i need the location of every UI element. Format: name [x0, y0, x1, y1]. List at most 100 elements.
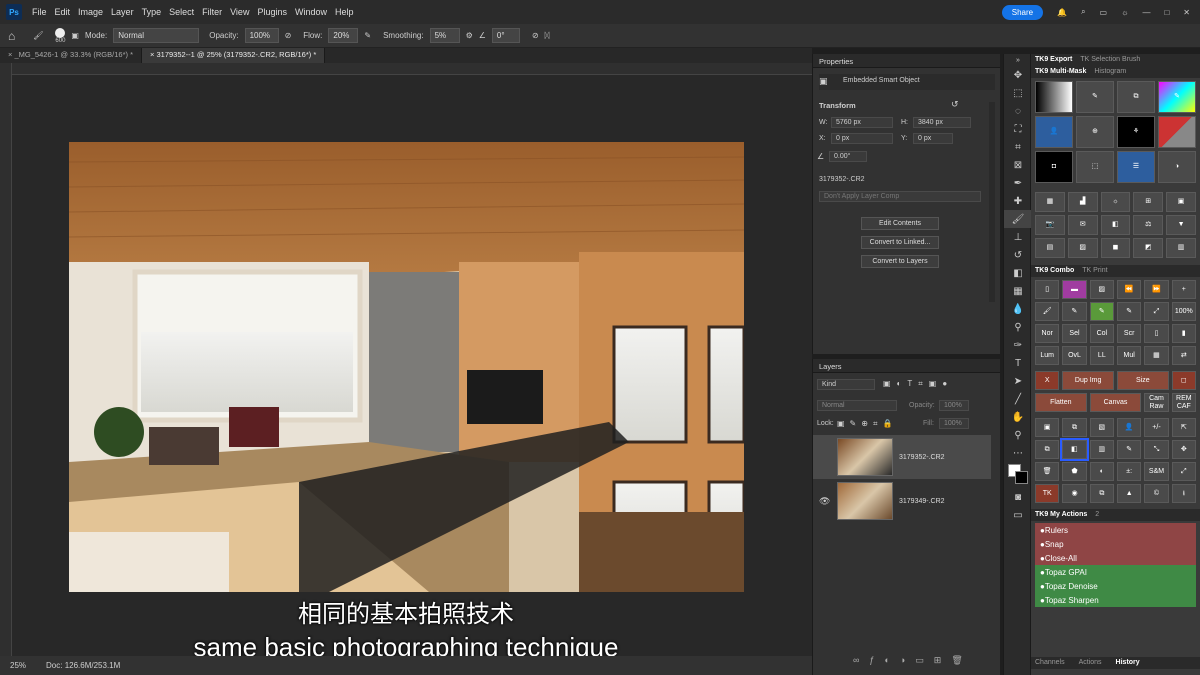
angle-field[interactable]: 0.00° — [829, 151, 867, 162]
eye-icon[interactable]: 👁 — [819, 496, 830, 507]
width-field[interactable]: 5760 px — [831, 117, 893, 128]
action-close-all[interactable]: ●Close-All — [1035, 551, 1196, 565]
menu-window[interactable]: Window — [291, 7, 331, 17]
list-icon[interactable]: ☰ — [1117, 151, 1155, 183]
home-icon[interactable]: ⌂ — [8, 29, 15, 43]
symmetry-icon[interactable]: ᛞ — [545, 31, 550, 40]
tk-play-button[interactable]: TK — [1035, 484, 1060, 503]
camera-icon[interactable]: 📷 — [1035, 215, 1065, 235]
eraser-icon[interactable]: ◧ — [1004, 264, 1032, 282]
tab-histogram[interactable]: Histogram — [1094, 68, 1126, 76]
tab-tk9-combo[interactable]: TK9 Combo — [1035, 267, 1074, 275]
tab-tk9-my-actions[interactable]: TK9 My Actions — [1035, 511, 1087, 519]
move-tool-icon[interactable]: ✥ — [1004, 66, 1032, 84]
layer-comp-select[interactable]: Don't Apply Layer Comp — [819, 191, 981, 202]
close-icon[interactable]: × — [150, 50, 154, 59]
gradient-mask-icon[interactable] — [1035, 81, 1073, 113]
tab-actions[interactable]: Actions — [1079, 659, 1102, 667]
lock-icons[interactable]: ▣✎⊕⌗🔒 — [837, 419, 897, 429]
tone-icon[interactable]: ▥ — [1166, 238, 1196, 258]
brush-white-icon[interactable]: ✎ — [1062, 302, 1087, 321]
tab-doc-2[interactable]: × 3179352--1 @ 25% (3179352-.CR2, RGB/16… — [142, 48, 326, 63]
brush-green-icon[interactable]: ✎ — [1089, 302, 1114, 321]
layers-icon[interactable]: ⧉ — [1089, 484, 1114, 503]
marquee-tool-icon[interactable]: ⬚ — [1004, 84, 1032, 102]
close-icon[interactable]: × — [8, 50, 12, 59]
new-doc-icon[interactable]: ▯ — [1035, 280, 1060, 299]
layers-mask-icon[interactable]: ⧉ — [1117, 81, 1155, 113]
quick-mask-icon[interactable]: ◙ — [1004, 488, 1032, 506]
hand-tool-icon[interactable]: ✋ — [1004, 408, 1032, 426]
layer-filter-icons[interactable]: ▣◐T⌗▣● — [883, 379, 953, 389]
frame-tool-icon[interactable]: ⊠ — [1004, 156, 1032, 174]
zoom-100-button[interactable]: 100% — [1171, 302, 1196, 321]
layer-filter-kind[interactable]: Kind — [817, 379, 875, 390]
target-mask-icon[interactable]: ⊕ — [1076, 116, 1114, 148]
edit-contents-button[interactable]: Edit Contents — [861, 217, 939, 230]
action-topaz-denoise[interactable]: ●Topaz Denoise — [1035, 579, 1196, 593]
stack-icon[interactable]: ⧉ — [1062, 418, 1087, 437]
flower-mask-icon[interactable]: ⚘ — [1117, 116, 1155, 148]
size-button[interactable]: Size — [1117, 371, 1169, 390]
screen-mode-icon[interactable]: ▭ — [1004, 506, 1032, 524]
object-mask-icon[interactable]: ◘ — [1035, 151, 1073, 183]
person-icon[interactable]: 👤 — [1117, 418, 1142, 437]
blend-screen-button[interactable]: Scr — [1117, 324, 1142, 343]
purple-icon[interactable]: ▬ — [1062, 280, 1087, 299]
close-icon[interactable]: ✕ — [1183, 8, 1190, 17]
tab-tk-print[interactable]: TK Print — [1082, 267, 1107, 275]
flatten-button[interactable]: Flatten — [1035, 393, 1087, 412]
tab-doc-1[interactable]: × _MG_5426-1 @ 33.3% (RGB/16*) * — [0, 48, 142, 63]
arrow-small-icon[interactable]: ⤢ — [1171, 462, 1196, 481]
height-field[interactable]: 3840 px — [913, 117, 971, 128]
forward-icon[interactable]: ⏩ — [1144, 280, 1169, 299]
color-swatches[interactable] — [1004, 462, 1032, 488]
lasso-tool-icon[interactable]: ◌ — [1004, 102, 1032, 120]
blend-color-button[interactable]: Col — [1089, 324, 1114, 343]
channels-icon[interactable]: ◑ — [1158, 151, 1196, 183]
line-tool-icon[interactable]: ╱ — [1004, 390, 1032, 408]
copyright-icon[interactable]: © — [1144, 484, 1169, 503]
frame-icon[interactable]: ▣ — [1166, 192, 1196, 212]
action-topaz-gpai[interactable]: ●Topaz GPAI — [1035, 565, 1196, 579]
blend-overlay-button[interactable]: OvL — [1062, 346, 1087, 365]
action-snap[interactable]: ●Snap — [1035, 537, 1196, 551]
pressure-size-icon[interactable]: ⊘ — [532, 31, 539, 40]
download-icon[interactable]: ⭳ — [1171, 484, 1196, 503]
brush-tool-icon[interactable]: 🖌 — [1004, 210, 1032, 228]
dark-square-icon[interactable]: ◼ — [1100, 238, 1131, 258]
plus-minus-i-button[interactable]: ±: — [1117, 462, 1142, 481]
minimize-icon[interactable]: — — [1142, 8, 1150, 17]
rewind-icon[interactable]: ⏪ — [1117, 280, 1142, 299]
split-icon[interactable]: ▥ — [1089, 440, 1114, 459]
brush-size[interactable]: 600 — [55, 27, 65, 44]
zoom-tool-icon[interactable]: ⚲ — [1004, 426, 1032, 444]
smoothing-field[interactable]: 5% — [429, 28, 460, 43]
person-mask-icon[interactable]: 👤 — [1035, 116, 1073, 148]
plus-icon[interactable]: + — [1171, 280, 1196, 299]
red-square-icon[interactable]: ◻ — [1171, 371, 1196, 390]
contrast-icon[interactable]: ◧ — [1100, 215, 1131, 235]
tab-history[interactable]: History — [1116, 659, 1140, 667]
copy-icon[interactable]: ⧉ — [1035, 440, 1060, 459]
x-button[interactable]: X — [1035, 371, 1060, 390]
menu-help[interactable]: Help — [331, 7, 358, 17]
pen-icon[interactable]: ✎ — [1117, 440, 1142, 459]
envelope-icon[interactable]: ✉ — [1067, 215, 1098, 235]
tab-channels[interactable]: Channels — [1035, 659, 1065, 667]
menu-select[interactable]: Select — [165, 7, 198, 17]
menu-layer[interactable]: Layer — [107, 7, 138, 17]
bell-icon[interactable]: 🔔 — [1057, 8, 1067, 17]
more-tools-icon[interactable]: ⋯ — [1004, 444, 1032, 462]
eyedropper-icon[interactable]: ✒ — [1004, 174, 1032, 192]
share-icon[interactable]: ⇱ — [1171, 418, 1196, 437]
expand-icon[interactable]: ⤢ — [1144, 302, 1169, 321]
pressure-opacity-icon[interactable]: ⊘ — [285, 31, 292, 40]
blend-ll-button[interactable]: LL — [1089, 346, 1114, 365]
triangle-up-icon[interactable]: ▲ — [1117, 484, 1142, 503]
tab-tk9-multi-mask[interactable]: TK9 Multi-Mask — [1035, 68, 1086, 76]
opacity-field[interactable]: 100% — [244, 28, 279, 43]
split-mask-icon[interactable] — [1158, 116, 1196, 148]
brush-icon[interactable]: 🖌 — [1035, 302, 1060, 321]
crop-tool-icon[interactable]: ⌗ — [1004, 138, 1032, 156]
